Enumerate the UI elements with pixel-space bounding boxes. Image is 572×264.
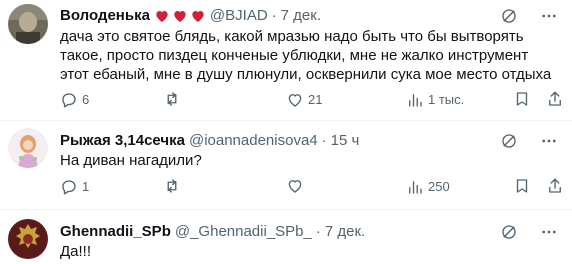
reply-thread: Володенька @BJIAD · 7 дек. дача это свят… — [0, 0, 572, 264]
tweet-actions: 6 21 1 тыс. — [60, 90, 561, 110]
like-icon — [288, 94, 302, 107]
more-options-icon[interactable] — [540, 132, 558, 150]
tweet-header: Рыжая 3,14сечка @ioannadenisova4 · 15 ч — [60, 131, 359, 151]
grok-icon[interactable] — [500, 223, 518, 241]
share-button[interactable] — [546, 90, 564, 108]
share-icon — [549, 91, 561, 106]
tweet-actions: 1 250 — [60, 177, 561, 197]
author-name[interactable]: Ghennadii_SPb — [60, 222, 171, 242]
author-handle[interactable]: @ioannadenisova4 — [189, 131, 318, 151]
tweet-top-actions — [500, 223, 558, 241]
views-button[interactable]: 250 — [406, 177, 450, 197]
bookmark-icon — [516, 179, 528, 193]
views-icon — [409, 94, 422, 107]
avatar[interactable] — [8, 128, 48, 168]
tweet-top-actions — [500, 7, 558, 25]
author-handle[interactable]: @_Ghennadii_SPb_ — [175, 222, 312, 242]
like-icon — [288, 180, 302, 193]
heart-icon — [156, 11, 168, 22]
retweet-icon — [167, 92, 177, 106]
tweet-header: Володенька @BJIAD · 7 дек. — [60, 6, 321, 26]
separator-dot: · — [315, 223, 321, 240]
tweet-text: Да!!! — [60, 243, 92, 260]
retweet-button[interactable] — [163, 90, 185, 108]
grok-icon[interactable] — [500, 7, 518, 25]
author-name[interactable]: Рыжая 3,14сечка — [60, 131, 185, 151]
views-button[interactable]: 1 тыс. — [406, 90, 464, 110]
separator-dot: · — [271, 7, 277, 24]
avatar-image — [8, 4, 48, 44]
views-icon — [409, 181, 422, 194]
name-emoji — [154, 8, 206, 24]
heart-icon — [174, 11, 186, 22]
share-button[interactable] — [546, 177, 564, 195]
heart-icon — [192, 11, 204, 22]
like-button[interactable]: 21 — [286, 90, 322, 110]
views-count: 250 — [428, 179, 450, 194]
bookmark-button[interactable] — [513, 177, 531, 195]
grok-icon[interactable] — [500, 132, 518, 150]
author-name[interactable]: Володенька — [60, 6, 150, 26]
avatar[interactable] — [8, 4, 48, 44]
tweet-text: На диван нагадили? — [60, 152, 202, 169]
reply-icon — [62, 93, 76, 108]
reply-button[interactable]: 1 — [60, 177, 89, 197]
tweet-text: дача это святое блядь, какой мразью надо… — [60, 28, 552, 83]
tweet[interactable]: Рыжая 3,14сечка @ioannadenisova4 · 15 ч … — [0, 121, 572, 209]
author-handle[interactable]: @BJIAD — [210, 6, 268, 26]
more-options-icon[interactable] — [540, 223, 558, 241]
timestamp[interactable]: 7 дек. — [325, 222, 365, 242]
like-button[interactable] — [286, 177, 308, 195]
timestamp[interactable]: 7 дек. — [281, 6, 321, 26]
avatar-image — [8, 219, 48, 259]
separator-dot: · — [321, 132, 327, 149]
retweet-button[interactable] — [163, 177, 185, 195]
bookmark-icon — [516, 92, 528, 106]
reply-button[interactable]: 6 — [60, 90, 89, 110]
views-count: 1 тыс. — [428, 92, 465, 107]
timestamp[interactable]: 15 ч — [331, 131, 360, 151]
bookmark-button[interactable] — [513, 90, 531, 108]
avatar-image — [8, 128, 48, 168]
avatar[interactable] — [8, 219, 48, 259]
tweet[interactable]: Володенька @BJIAD · 7 дек. дача это свят… — [0, 0, 572, 120]
tweet-header: Ghennadii_SPb @_Ghennadii_SPb_ · 7 дек. — [60, 222, 365, 242]
retweet-icon — [167, 179, 177, 193]
reply-count: 6 — [82, 92, 90, 107]
more-options-icon[interactable] — [540, 7, 558, 25]
reply-count: 1 — [82, 179, 90, 194]
tweet-top-actions — [500, 132, 558, 150]
share-icon — [549, 178, 561, 193]
tweet[interactable]: Ghennadii_SPb @_Ghennadii_SPb_ · 7 дек. … — [0, 210, 572, 264]
like-count: 21 — [308, 92, 323, 107]
reply-icon — [62, 180, 76, 195]
